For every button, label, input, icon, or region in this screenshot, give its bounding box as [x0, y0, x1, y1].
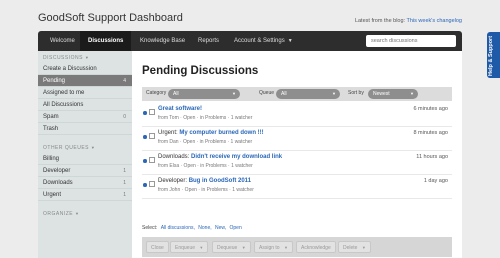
discussion-link[interactable]: Great software! — [158, 106, 202, 112]
row-meta: from Elsa · Open · in Problems · 1 watch… — [158, 163, 253, 169]
tab-account-settings[interactable]: Account & Settings ▼ — [226, 31, 301, 51]
sidebar-item-developer[interactable]: Developer 1 — [38, 165, 132, 177]
tab-welcome[interactable]: Welcome — [42, 31, 83, 51]
chevron-down-icon: ▼ — [332, 91, 336, 96]
sidebar-item-billing[interactable]: Billing — [38, 153, 132, 165]
pending-count: 4 — [123, 78, 126, 84]
sidebar-item-downloads[interactable]: Downloads 1 — [38, 177, 132, 189]
search-input[interactable] — [366, 35, 456, 47]
sidebar-heading-organize: ORGANIZE ▼ — [43, 211, 80, 217]
row-meta: from Dan · Open · in Problems · 1 watche… — [158, 139, 253, 145]
chevron-down-icon: ▼ — [283, 245, 288, 250]
unread-dot-icon — [143, 135, 147, 139]
unread-dot-icon — [143, 159, 147, 163]
unread-dot-icon — [143, 111, 147, 115]
blog-prefix: Latest from the blog: — [354, 18, 406, 24]
chevron-down-icon: ▼ — [232, 91, 236, 96]
row-subject: Great software! — [158, 106, 202, 112]
sort-select[interactable]: Newest ▼ — [368, 89, 418, 99]
sidebar-item-trash[interactable]: Trash — [38, 123, 132, 135]
select-all-link[interactable]: All discussions, — [161, 225, 195, 231]
category-label: Category — [146, 90, 167, 96]
row-subject: Downloads: Didn't receive my download li… — [158, 154, 283, 160]
row-time: 6 minutes ago — [413, 106, 448, 112]
select-open-link[interactable]: Open — [230, 225, 242, 231]
page-title: Pending Discussions — [142, 65, 259, 77]
select-label: Select: — [142, 225, 158, 231]
tab-label: Welcome — [50, 38, 75, 44]
unread-dot-icon — [143, 183, 147, 187]
row-time: 8 minutes ago — [413, 130, 448, 136]
table-row: Developer: Bug in GoodSoft 2011 from Joh… — [142, 175, 452, 199]
sidebar-heading-discussions: DISCUSSIONS ▼ — [43, 55, 90, 61]
discussion-link[interactable]: Bug in GoodSoft 2011 — [189, 178, 251, 184]
blog-line: Latest from the blog: This week's change… — [355, 18, 462, 24]
chevron-down-icon: ▼ — [199, 245, 204, 250]
sidebar-item-assigned-to-me[interactable]: Assigned to me — [38, 87, 132, 99]
table-row: Urgent: My computer burned down !!! from… — [142, 127, 452, 151]
dequeue-button[interactable]: Dequeue ▼ — [212, 241, 251, 253]
row-checkbox[interactable] — [149, 133, 155, 139]
sidebar-item-spam[interactable]: Spam 0 — [38, 111, 132, 123]
tab-reports[interactable]: Reports — [190, 31, 227, 51]
select-line: Select: All discussions, None, New, Open — [142, 225, 242, 231]
table-row: Great software! from Tom · Open · in Pro… — [142, 103, 452, 127]
tab-knowledge-base[interactable]: Knowledge Base — [132, 31, 193, 51]
close-button[interactable]: Close — [146, 241, 169, 253]
tab-label: Reports — [198, 38, 220, 44]
spam-count: 0 — [123, 114, 126, 120]
blog-link[interactable]: This week's changelog — [407, 18, 462, 24]
enqueue-button[interactable]: Enqueue ▼ — [170, 241, 209, 253]
tab-discussions[interactable]: Discussions — [80, 31, 132, 51]
table-row: Downloads: Didn't receive my download li… — [142, 151, 452, 175]
main-panel: Pending Discussions Category All ▼ Queue … — [132, 51, 462, 258]
assign-to-button[interactable]: Assign to ▼ — [254, 241, 293, 253]
action-bar: Close Enqueue ▼ Dequeue ▼ Assign to ▼ Ac… — [142, 237, 452, 257]
row-meta: from Tom · Open · in Problems · 1 watche… — [158, 115, 253, 121]
tab-label: Account & Settings — [234, 38, 285, 44]
select-none-link[interactable]: None, — [198, 225, 211, 231]
filter-bar: Category All ▼ Queue All ▼ Sort by Newest ▼ — [142, 87, 452, 101]
sidebar-item-all-discussions[interactable]: All Discussions — [38, 99, 132, 111]
discussion-link[interactable]: Didn't receive my download link — [191, 154, 282, 160]
chevron-down-icon: ▼ — [361, 245, 366, 250]
sidebar: DISCUSSIONS ▼ Create a Discussion Pendin… — [38, 51, 132, 258]
discussion-link[interactable]: My computer burned down !!! — [179, 130, 263, 136]
row-checkbox[interactable] — [149, 181, 155, 187]
app-header: GoodSoft Support Dashboard Latest from t… — [38, 8, 462, 32]
select-new-link[interactable]: New, — [215, 225, 226, 231]
acknowledge-button[interactable]: Acknowledge — [296, 241, 336, 253]
category-select[interactable]: All ▼ — [168, 89, 240, 99]
row-meta: from John · Open · in Problems · 1 watch… — [158, 187, 254, 193]
help-support-tab[interactable]: Help & Support — [487, 32, 500, 78]
sidebar-heading-other-queues: OTHER QUEUES ▼ — [43, 145, 96, 151]
row-subject: Urgent: My computer burned down !!! — [158, 130, 264, 136]
chevron-down-icon: ▼ — [410, 91, 414, 96]
queue-label: Queue — [259, 90, 275, 96]
tab-label: Knowledge Base — [140, 38, 186, 44]
row-checkbox[interactable] — [149, 109, 155, 115]
queue-select[interactable]: All ▼ — [276, 89, 340, 99]
sort-label: Sort by — [348, 90, 364, 96]
sidebar-item-urgent[interactable]: Urgent 1 — [38, 189, 132, 201]
top-navigation: Welcome Discussions Knowledge Base Repor… — [38, 31, 462, 51]
help-support-label: Help & Support — [488, 35, 494, 76]
row-subject: Developer: Bug in GoodSoft 2011 — [158, 178, 252, 184]
row-time: 11 hours ago — [416, 154, 448, 160]
delete-button[interactable]: Delete ▼ — [338, 241, 371, 253]
sidebar-item-create-discussion[interactable]: Create a Discussion — [38, 63, 132, 75]
discussion-list: Great software! from Tom · Open · in Pro… — [142, 103, 452, 199]
sidebar-item-pending[interactable]: Pending 4 — [38, 75, 132, 87]
row-checkbox[interactable] — [149, 157, 155, 163]
tab-label: Discussions — [88, 38, 124, 44]
row-time: 1 day ago — [423, 178, 448, 184]
chevron-down-icon: ▼ — [287, 38, 293, 44]
app-title: GoodSoft Support Dashboard — [38, 12, 183, 24]
chevron-down-icon: ▼ — [241, 245, 246, 250]
